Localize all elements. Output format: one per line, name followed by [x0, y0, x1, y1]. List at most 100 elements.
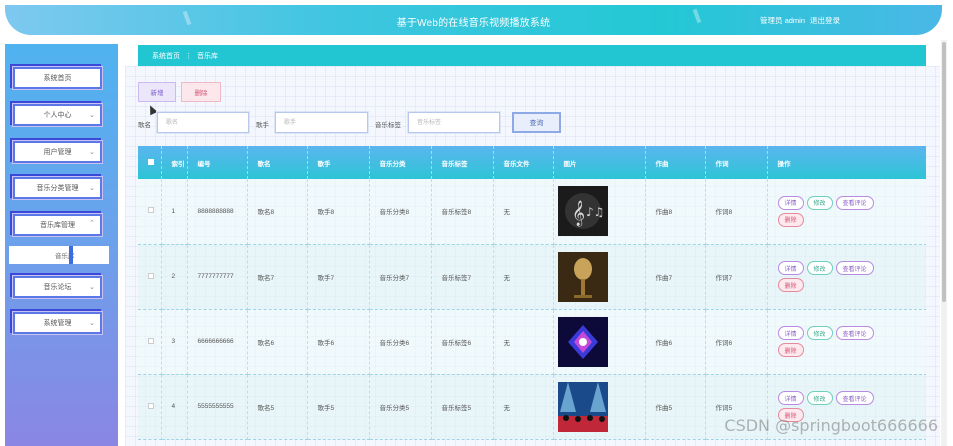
sidebar-item-label: 系统管理 — [43, 320, 72, 327]
svg-text:𝄞: 𝄞 — [572, 200, 585, 226]
sidebar-item-label: 用户管理 — [43, 149, 72, 156]
edit-button[interactable]: 修改 — [806, 261, 833, 275]
chevron-down-icon: ⌄ — [89, 284, 95, 291]
cell-file: 无 — [493, 374, 554, 440]
column-header: 作词 — [705, 146, 768, 179]
cell-lyricist: 作词7 — [705, 244, 768, 310]
view-comments-button[interactable]: 查看评论 — [835, 326, 874, 340]
active-indicator — [69, 246, 73, 264]
search-tag-input[interactable] — [408, 112, 500, 133]
view-comments-button[interactable]: 查看评论 — [835, 195, 874, 210]
row-delete-button[interactable]: 删除 — [777, 212, 804, 227]
view-comments-button[interactable]: 查看评论 — [835, 391, 874, 405]
cell-code: 5555555555 — [187, 374, 248, 440]
column-header: 歌名 — [247, 146, 308, 179]
cell-category: 音乐分类6 — [369, 309, 432, 375]
chevron-up-icon: ⌃ — [89, 220, 95, 227]
cell-category: 音乐分类8 — [369, 179, 432, 245]
cell-lyricist: 作词6 — [705, 309, 768, 375]
top-header: 基于Web的在线音乐视频播放系统 管理员 admin 退出登录 — [5, 5, 942, 35]
cell-image — [553, 374, 646, 440]
cell-tag: 音乐标签6 — [431, 309, 494, 375]
cell-file: 无 — [493, 244, 554, 310]
cell-category: 音乐分类7 — [369, 244, 432, 310]
row-checkbox[interactable] — [138, 244, 162, 310]
row-checkbox[interactable] — [138, 374, 162, 440]
sidebar-item-home[interactable]: 系统首页 — [12, 66, 103, 90]
table-row[interactable]: 3 6666666666 歌名6 歌手6 音乐分类6 音乐标签6 无作曲6 作词6 详情 修改 查看… — [138, 309, 926, 375]
cell-index: 4 — [161, 374, 188, 440]
page-scrollbar[interactable] — [941, 40, 947, 446]
detail-button[interactable]: 详情 — [777, 391, 804, 405]
detail-button[interactable]: 详情 — [777, 326, 804, 340]
cell-singer: 歌手7 — [307, 244, 370, 310]
sidebar-item-music-category[interactable]: 音乐分类管理 ⌄ — [12, 176, 103, 200]
chevron-down-icon: ⌄ — [89, 112, 95, 119]
sidebar-item-profile[interactable]: 个人中心 ⌄ — [12, 103, 103, 127]
delete-button[interactable]: 删除 — [181, 82, 221, 102]
cell-file: 无 — [493, 309, 554, 375]
cell-image — [553, 309, 646, 375]
cell-singer: 歌手8 — [307, 179, 370, 245]
select-all-checkbox[interactable] — [138, 146, 162, 179]
search-name-label: 歌名 — [138, 122, 151, 129]
view-comments-button[interactable]: 查看评论 — [835, 261, 874, 275]
edit-button[interactable]: 修改 — [806, 195, 833, 210]
chevron-down-icon: ⌄ — [89, 149, 95, 156]
column-header: 音乐文件 — [493, 146, 554, 179]
watermark: CSDN @springboot666666 — [724, 416, 938, 435]
breadcrumb-separator: ⋮ — [185, 52, 192, 60]
cell-composer: 作曲5 — [645, 374, 706, 440]
cell-tag: 音乐标签5 — [431, 374, 494, 440]
cell-name: 歌名5 — [247, 374, 308, 440]
music-table: 索引 编号 歌名 歌手 音乐分类 音乐标签 音乐文件 图片 作曲 作词 操作 1… — [138, 146, 926, 446]
sidebar-item-system[interactable]: 系统管理 ⌄ — [12, 311, 103, 335]
edit-button[interactable]: 修改 — [806, 391, 833, 405]
cell-code: 7777777777 — [187, 244, 248, 310]
cell-index: 3 — [161, 309, 188, 375]
cell-tag: 音乐标签8 — [431, 179, 494, 245]
music-notes-image: 𝄞 ♪♫ — [557, 186, 645, 237]
row-checkbox[interactable] — [138, 309, 162, 375]
add-button[interactable]: 新增 — [138, 82, 176, 102]
current-user: 管理员 admin — [759, 16, 805, 25]
row-delete-button[interactable]: 删除 — [777, 278, 804, 292]
sidebar-item-users[interactable]: 用户管理 ⌄ — [12, 140, 103, 164]
breadcrumb-home[interactable]: 系统首页 — [152, 51, 180, 61]
svg-text:♪♫: ♪♫ — [586, 205, 604, 219]
row-checkbox[interactable] — [138, 179, 162, 245]
column-header: 作曲 — [645, 146, 706, 179]
cell-file: 无 — [493, 179, 554, 245]
cell-lyricist: 作词8 — [705, 179, 768, 245]
sidebar-subitem-music-library[interactable]: 音乐库 — [9, 246, 109, 264]
cell-name: 歌名7 — [247, 244, 308, 310]
column-header: 歌手 — [307, 146, 370, 179]
query-button[interactable]: 查询 — [512, 112, 561, 133]
breadcrumb: 系统首页 ⋮ 音乐库 — [138, 45, 926, 66]
cell-actions: 详情 修改 查看评论删除 — [767, 179, 926, 245]
row-delete-button[interactable]: 删除 — [777, 343, 804, 357]
search-name-input[interactable] — [157, 112, 249, 133]
logout-link[interactable]: 退出登录 — [810, 15, 840, 26]
detail-button[interactable]: 详情 — [777, 195, 804, 210]
detail-button[interactable]: 详情 — [777, 261, 804, 275]
cell-composer: 作曲7 — [645, 244, 706, 310]
sidebar-item-label: 音乐论坛 — [43, 284, 72, 291]
sidebar-item-label: 音乐分类管理 — [36, 185, 79, 192]
column-header: 编号 — [187, 146, 248, 179]
sidebar-item-music-forum[interactable]: 音乐论坛 ⌄ — [12, 275, 103, 299]
sidebar-item-label: 音乐库管理 — [40, 222, 75, 229]
table-row[interactable]: 2 7777777777 歌名7 歌手7 音乐分类7 音乐标签7 无作曲7 作词7 详情 修改 查看… — [138, 244, 926, 310]
cell-index: 2 — [161, 244, 188, 310]
cell-name: 歌名8 — [247, 179, 308, 245]
cell-code: 6666666666 — [187, 309, 248, 375]
sidebar-item-music-library[interactable]: 音乐库管理 ⌃ — [12, 213, 103, 237]
search-singer-input[interactable] — [275, 112, 368, 133]
table-row[interactable]: 1 8888888888 歌名8 歌手8 音乐分类8 音乐标签8 无 𝄞 ♪♫ 作曲8 作词8 详情修… — [138, 179, 926, 245]
column-header: 音乐分类 — [369, 146, 432, 179]
column-header: 图片 — [553, 146, 646, 179]
sidebar-item-label: 系统首页 — [43, 75, 72, 82]
cell-category: 音乐分类5 — [369, 374, 432, 440]
edit-button[interactable]: 修改 — [806, 326, 833, 340]
cell-singer: 歌手5 — [307, 374, 370, 440]
